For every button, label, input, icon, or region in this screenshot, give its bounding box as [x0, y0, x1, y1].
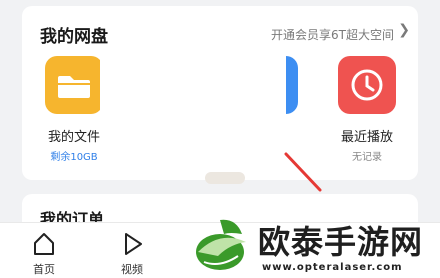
pointer-arrow-icon [284, 152, 322, 192]
overlay-smudge [205, 172, 245, 184]
watermark-text: 欧泰手游网 [258, 223, 424, 261]
folder-icon [58, 76, 90, 98]
recent-play-button[interactable] [338, 56, 396, 114]
image-overlay [100, 52, 286, 164]
tab-video-label: 视频 [121, 263, 143, 276]
home-icon [34, 233, 54, 255]
watermark-url: www.opteralaser.com [262, 262, 403, 273]
recent-play-label: 最近播放 [340, 130, 393, 145]
chevron-right-icon[interactable]: ❯ [398, 22, 410, 38]
tab-video[interactable]: 视频 [104, 229, 160, 277]
play-icon [125, 233, 142, 255]
tab-home-label: 首页 [33, 263, 55, 276]
clock-icon [351, 69, 383, 101]
recent-play-status: 无记录 [352, 152, 382, 163]
netdisk-title: 我的网盘 [40, 27, 108, 47]
watermark-logo-icon [196, 219, 246, 270]
tab-home[interactable]: 首页 [16, 229, 72, 277]
my-files-button[interactable] [45, 56, 103, 114]
vip-promo-link[interactable]: 开通会员享6T超大空间 [271, 26, 394, 43]
